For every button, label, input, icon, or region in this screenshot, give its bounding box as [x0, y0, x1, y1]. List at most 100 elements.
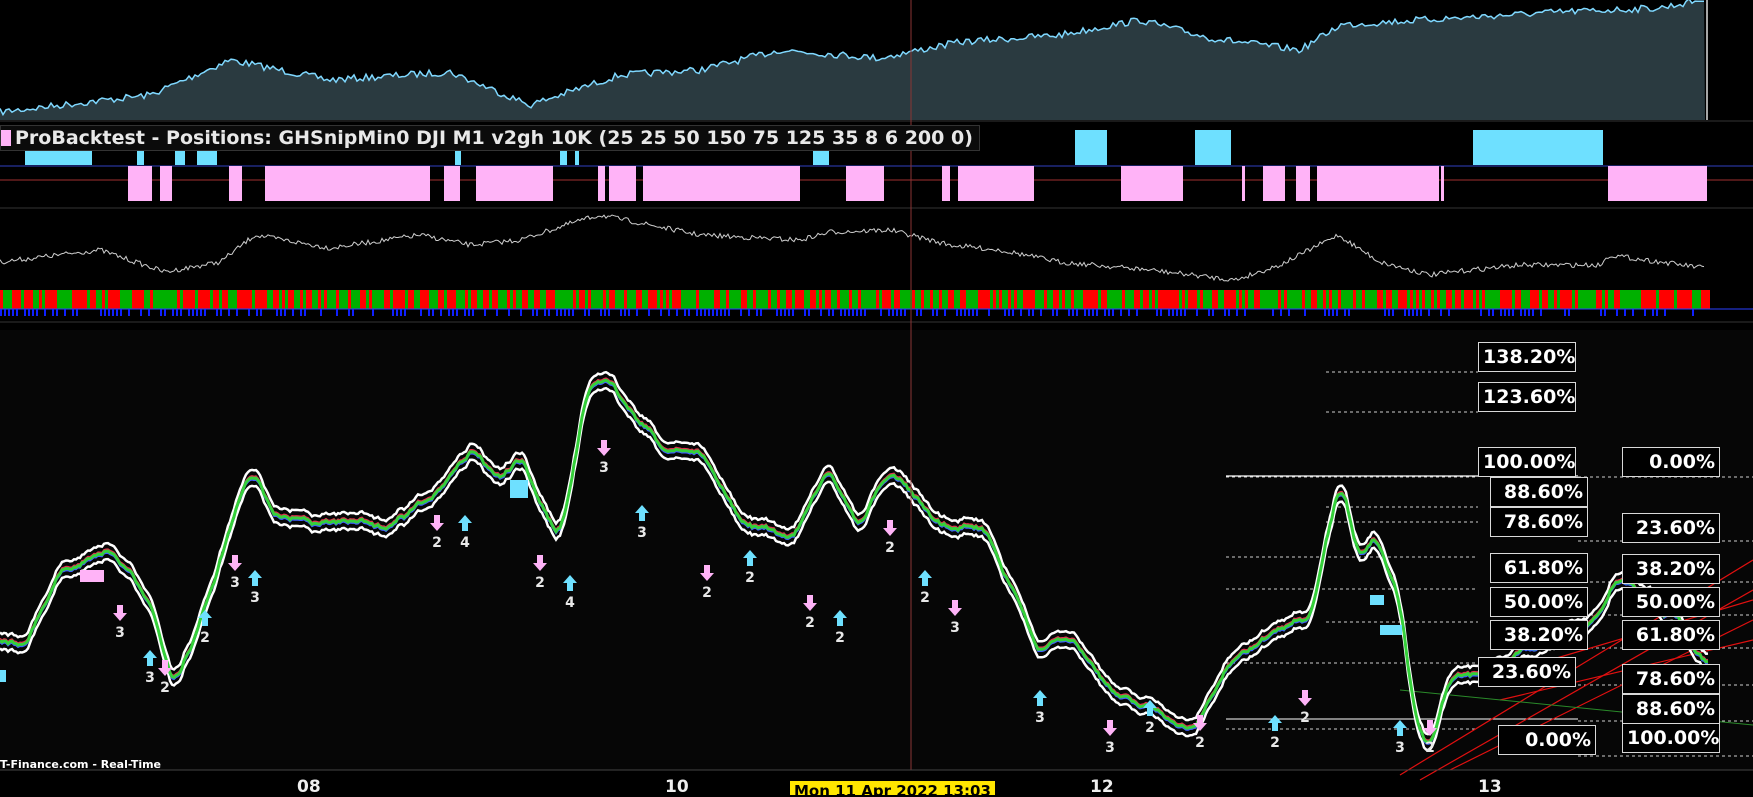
short-position-block — [533, 166, 553, 201]
signal-bar — [186, 290, 189, 309]
signal-bar — [762, 290, 765, 309]
signal-bar — [339, 290, 342, 309]
signal-bar — [1623, 290, 1626, 309]
signal-bar — [438, 290, 441, 309]
signal-bar — [1191, 290, 1194, 309]
signal-bar — [1428, 290, 1431, 309]
signal-bar — [471, 290, 474, 309]
signal-bar — [1110, 290, 1113, 309]
signal-bar — [99, 290, 102, 309]
signal-bar — [1014, 290, 1017, 309]
signal-bar — [501, 290, 504, 309]
fib-left-level-0: 138.20% — [1478, 342, 1576, 372]
signal-bar — [885, 290, 888, 309]
blue-signal-bar — [888, 309, 890, 316]
signal-bar — [1398, 290, 1401, 309]
blue-signal-bar — [1480, 309, 1482, 316]
signal-bar — [957, 290, 960, 309]
short-position-block — [1121, 166, 1183, 201]
blue-signal-bar — [712, 309, 714, 316]
short-position-block — [229, 166, 242, 201]
signal-bar — [435, 290, 438, 309]
signal-bar — [453, 290, 456, 309]
signal-bar — [933, 290, 936, 309]
signal-bar — [1326, 290, 1329, 309]
blue-signal-bar — [456, 309, 458, 316]
blue-signal-bar — [24, 309, 26, 316]
signal-bar — [198, 290, 201, 309]
signal-bar — [528, 290, 531, 309]
signal-bar — [1122, 290, 1125, 309]
trade-count-label: 3 — [250, 590, 260, 606]
signal-bar — [639, 290, 642, 309]
short-position-block — [1317, 166, 1340, 201]
signal-bar — [1296, 290, 1299, 309]
blue-signal-bar — [1448, 309, 1450, 316]
signal-bar — [1590, 290, 1593, 309]
signal-bar — [375, 290, 378, 309]
signal-bar — [1365, 290, 1368, 309]
signal-bar — [81, 290, 84, 309]
signal-bar — [660, 290, 663, 309]
signal-bar — [9, 290, 12, 309]
signal-bar — [372, 290, 375, 309]
blue-signal-bar — [64, 309, 66, 316]
blue-signal-bar — [792, 309, 794, 316]
blue-signal-bar — [352, 309, 354, 316]
blue-signal-bar — [8, 309, 10, 316]
signal-bar — [228, 290, 231, 309]
signal-bar — [495, 290, 498, 309]
signal-bar — [567, 290, 570, 309]
signal-bar — [1584, 290, 1587, 309]
trade-count-label: 3 — [145, 670, 155, 686]
signal-bar — [351, 290, 354, 309]
signal-bar — [1707, 290, 1710, 309]
signal-bar — [852, 290, 855, 309]
signal-bar — [1614, 290, 1617, 309]
signal-bar — [1224, 290, 1227, 309]
signal-bar — [1050, 290, 1053, 309]
blue-signal-bar — [284, 309, 286, 316]
blue-signal-bar — [964, 309, 966, 316]
blue-signal-bar — [248, 309, 250, 316]
signal-bar — [948, 290, 951, 309]
short-position-block — [160, 166, 172, 201]
signal-bar — [1287, 290, 1290, 309]
blue-signal-bar — [1112, 309, 1114, 316]
signal-bar — [1524, 290, 1527, 309]
blue-signal-bar — [392, 309, 394, 316]
signal-bar — [420, 290, 423, 309]
short-position-block — [476, 166, 534, 201]
blue-signal-bar — [204, 309, 206, 316]
signal-bar — [1020, 290, 1023, 309]
blue-signal-bar — [904, 309, 906, 316]
fib-left-level-6: 50.00% — [1490, 587, 1588, 617]
signal-bar — [993, 290, 996, 309]
blue-signal-bar — [1020, 309, 1022, 316]
signal-bar — [15, 290, 18, 309]
signal-bar — [891, 290, 894, 309]
signal-bar — [684, 290, 687, 309]
blue-signal-bar — [1040, 309, 1042, 316]
signal-bar — [771, 290, 774, 309]
signal-bar — [468, 290, 471, 309]
signal-bar — [297, 290, 300, 309]
signal-bar — [612, 290, 615, 309]
signal-bar — [1098, 290, 1101, 309]
signal-bar — [801, 290, 804, 309]
signal-bar — [1266, 290, 1269, 309]
signal-bar — [1035, 290, 1038, 309]
blue-signal-bar — [1336, 309, 1338, 316]
blue-signal-bar — [1168, 309, 1170, 316]
signal-bar — [504, 290, 507, 309]
signal-bar — [1596, 290, 1599, 309]
signal-bar — [1638, 290, 1641, 309]
signal-bar — [261, 290, 264, 309]
signal-bar — [1611, 290, 1614, 309]
blue-signal-bar — [548, 309, 550, 316]
signal-bar — [1560, 290, 1563, 309]
signal-bar — [282, 290, 285, 309]
signal-bar — [1491, 290, 1494, 309]
signal-bar — [216, 290, 219, 309]
signal-bar — [1299, 290, 1302, 309]
